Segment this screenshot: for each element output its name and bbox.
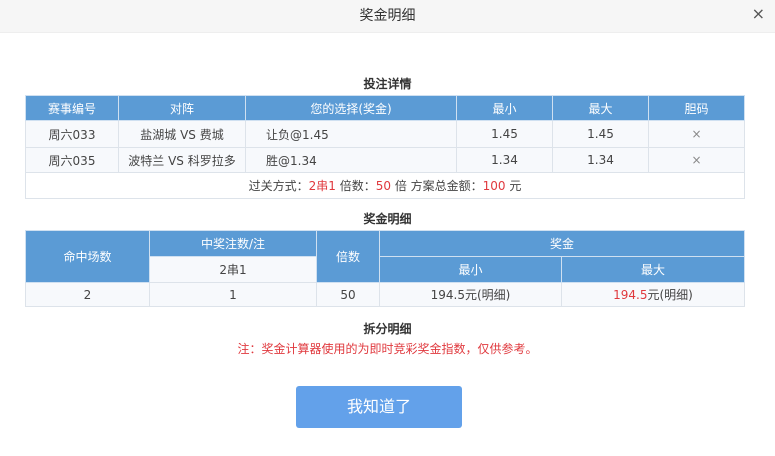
close-icon[interactable]: ×: [752, 0, 765, 28]
prize-table: 命中场数 中奖注数/注 倍数 奖金 2串1 最小 最大 2 1 50 194.5…: [25, 230, 746, 307]
col-header: 最小: [379, 256, 562, 283]
total-unit: 元: [505, 179, 522, 193]
banker-mark: ×: [648, 120, 745, 148]
col-header: 最大: [560, 256, 746, 283]
col-header: 倍数: [316, 230, 380, 283]
bet-summary: 过关方式：2串1 倍数：50 倍 方案总金额：100 元: [25, 172, 745, 199]
winning-count: 1: [149, 282, 317, 307]
hits-value: 2: [25, 282, 150, 307]
min-odds: 1.34: [456, 147, 553, 173]
pass-label: 过关方式：: [248, 179, 309, 193]
max-prize-link[interactable]: 194.5元(明细): [560, 282, 746, 307]
max-odds: 1.45: [552, 120, 649, 148]
col-header: 最大: [552, 95, 649, 121]
min-odds: 1.45: [456, 120, 553, 148]
dialog-title: 奖金明细: [359, 8, 416, 24]
match-id: 周六033: [25, 120, 119, 148]
multiple-value: 50: [316, 282, 380, 307]
pass-type: 2串1: [308, 179, 336, 193]
selection: 让负@1.45: [245, 120, 457, 148]
col-header: 对阵: [118, 95, 246, 121]
table-row: 周六033 盐湖城 VS 费城 让负@1.45 1.45 1.45 ×: [25, 120, 745, 148]
selection: 胜@1.34: [245, 147, 457, 173]
col-header: 您的选择(奖金): [245, 95, 457, 121]
prize-details-title: 奖金明细: [363, 212, 412, 226]
disclaimer-note: 注：奖金计算器使用的为即时竞彩奖金指数，仅供参考。: [237, 342, 538, 356]
table-row: 周六035 波特兰 VS 科罗拉多 胜@1.34 1.34 1.34 ×: [25, 147, 745, 173]
max-prize-amount: 194.5: [613, 288, 648, 302]
banker-mark: ×: [648, 147, 745, 173]
bet-details-title: 投注详情: [363, 77, 412, 91]
col-header: 最小: [456, 95, 553, 121]
acknowledge-button[interactable]: 我知道了: [296, 386, 462, 428]
multiple-value: 50: [375, 179, 392, 193]
pass-type-header: 2串1: [149, 256, 317, 283]
bet-details-table: 赛事编号 对阵 您的选择(奖金) 最小 最大 胆码 周六033 盐湖城 VS 费…: [25, 95, 745, 199]
table-row: 2 1 50 194.5元(明细) 194.5元(明细): [25, 282, 746, 307]
total-value: 100: [482, 179, 506, 193]
detail-link[interactable]: 元(明细): [648, 288, 693, 302]
match-id: 周六035: [25, 147, 119, 173]
max-odds: 1.34: [552, 147, 649, 173]
col-header: 奖金: [378, 230, 746, 257]
matchup: 波特兰 VS 科罗拉多: [118, 147, 246, 173]
col-header: 命中场数: [25, 230, 150, 283]
matchup: 盐湖城 VS 费城: [118, 120, 246, 148]
total-label: 倍 方案总金额：: [391, 179, 483, 193]
col-header: 赛事编号: [25, 95, 119, 121]
col-header: 中奖注数/注: [149, 230, 317, 257]
split-details-title: 拆分明细: [363, 322, 412, 336]
multiple-label: 倍数：: [335, 179, 376, 193]
col-header: 胆码: [648, 95, 745, 121]
dialog-header: 奖金明细: [0, 0, 775, 33]
min-prize-link[interactable]: 194.5元(明细): [379, 282, 562, 307]
